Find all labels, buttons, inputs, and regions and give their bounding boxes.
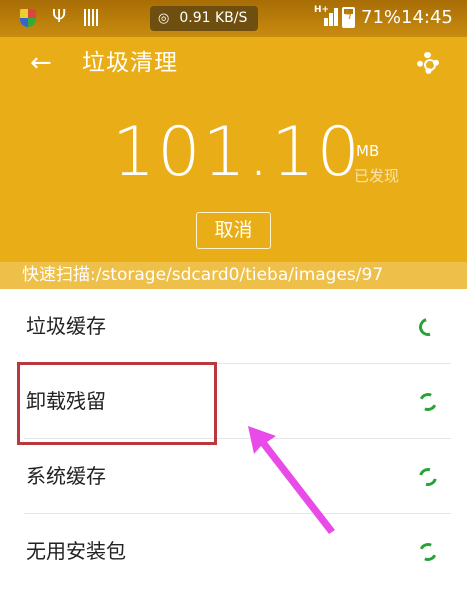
loading-spinner-icon	[416, 390, 440, 414]
header: Ψ ◎ 0.91 KB/S H+ ϟ 71% 14:45 ← 垃圾清理 101.…	[0, 0, 467, 289]
found-caption: 已发现	[354, 167, 400, 185]
junk-size-unit: MB	[356, 142, 380, 160]
sd-card-icon	[84, 9, 98, 26]
list-item-label: 无用安装包	[26, 539, 126, 563]
shield-icon	[20, 9, 36, 27]
loading-spinner-icon	[416, 540, 440, 564]
annotation-arrow	[248, 426, 335, 534]
scan-status-bar: 快速扫描:/storage/sdcard0/tieba/images/97	[0, 262, 467, 289]
battery-icon: ϟ	[342, 7, 355, 28]
gear-icon[interactable]	[417, 52, 439, 74]
network-type: H+	[314, 5, 330, 15]
signal-icon: H+	[314, 5, 338, 26]
page-title: 垃圾清理	[82, 50, 178, 76]
hotspot-icon: ◎	[158, 11, 170, 26]
list-item-label: 垃圾缓存	[26, 314, 106, 338]
network-speed: 0.91 KB/S	[179, 10, 248, 26]
loading-spinner-icon	[415, 314, 441, 340]
list-item-junk-cache[interactable]: 垃圾缓存	[0, 289, 467, 364]
cancel-button[interactable]: 取消	[196, 212, 271, 249]
scan-status-text: 快速扫描:/storage/sdcard0/tieba/images/97	[22, 265, 384, 285]
list-item-system-cache[interactable]: 系统缓存	[0, 439, 467, 514]
network-speed-indicator: ◎ 0.91 KB/S	[150, 6, 258, 31]
annotation-highlight-box	[17, 362, 217, 445]
back-arrow-icon[interactable]: ←	[30, 47, 52, 79]
status-bar: Ψ ◎ 0.91 KB/S H+ ϟ 71% 14:45	[0, 0, 467, 37]
usb-icon: Ψ	[52, 6, 67, 27]
loading-spinner-icon	[415, 464, 441, 490]
battery-percent: 71%	[361, 7, 402, 28]
clock: 14:45	[401, 7, 453, 28]
list-item-unused-packages[interactable]: 无用安装包	[0, 514, 467, 589]
junk-size-value: 101.10	[112, 113, 362, 192]
list-item-label: 系统缓存	[26, 464, 106, 488]
